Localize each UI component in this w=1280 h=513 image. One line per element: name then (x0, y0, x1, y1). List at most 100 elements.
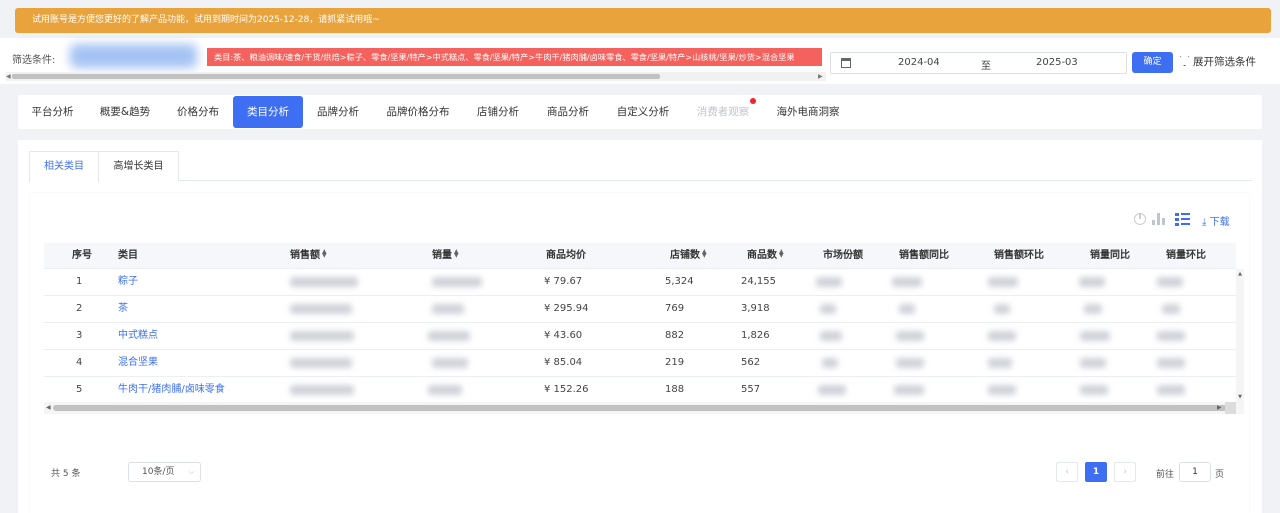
prev-page-button[interactable]: ‹ (1056, 462, 1078, 482)
table-row: 5 牛肉干/猪肉脯/卤味零食 ¥ 152.26 188 557 (44, 377, 1236, 402)
redacted-value (988, 331, 1016, 341)
product-count: 24,155 (741, 276, 776, 287)
redacted-filter-value (70, 44, 197, 68)
redacted-value (818, 385, 846, 395)
tab-custom-analysis[interactable]: 自定义分析 (603, 95, 683, 129)
tab-shop-analysis[interactable]: 店铺分析 (463, 95, 533, 129)
bar-chart-icon[interactable] (1152, 213, 1165, 225)
goto-label: 前往 (1156, 470, 1175, 480)
scroll-left-icon[interactable]: ◀ (6, 72, 11, 81)
category-link[interactable]: 牛肉干/猪肉脯/卤味零食 (118, 377, 225, 403)
date-range-picker[interactable]: 2024-04 至 2025-03 (830, 52, 1127, 74)
redacted-value (432, 277, 482, 287)
list-view-icon[interactable] (1175, 213, 1190, 226)
sort-icon[interactable]: ▲ ▼ (779, 249, 784, 259)
redacted-value (1080, 385, 1108, 395)
category-link[interactable]: 茶 (118, 296, 128, 322)
filter-scrollbar[interactable]: ◀ ▶ (6, 72, 826, 81)
redacted-value (1157, 358, 1185, 368)
page-size-select[interactable]: 10条/页 ⌵ (128, 462, 201, 482)
table-row: 3 中式糕点 ¥ 43.60 882 1,826 (44, 323, 1236, 350)
next-page-button[interactable]: › (1114, 462, 1136, 482)
tab-category-analysis[interactable]: 类目分析 (233, 96, 303, 128)
row-index: 2 (76, 303, 83, 314)
tab-overseas-ecommerce[interactable]: 海外电商洞察 (763, 95, 853, 129)
table-row: 4 混合坚果 ¥ 85.04 219 562 (44, 350, 1236, 377)
download-icon: ⤓ (1202, 217, 1207, 228)
table-row: 1 粽子 ¥ 79.67 5,324 24,155 (44, 269, 1236, 296)
redacted-value (820, 304, 836, 314)
table-row: 2 茶 ¥ 295.94 769 3,918 (44, 296, 1236, 323)
table-header: 序号 类目 销售额 ▲ ▼ 销量 ▲ ▼ 商品均价 店铺数 ▲ ▼ 商品数 ▲ ▼ 市场份额 销… (44, 243, 1236, 269)
trial-notice-banner: 试用账号是方便您更好的了解产品功能，试用到期时间为2025-12-28，请抓紧试… (15, 8, 1271, 33)
scroll-down-icon[interactable]: ▼ (1236, 394, 1244, 400)
header-product-count[interactable]: 商品数 ▲ ▼ (747, 243, 784, 269)
expand-filters-label: 展开筛选条件 (1193, 56, 1256, 68)
redacted-value (1084, 304, 1102, 314)
table-card: ⤓ 下载 序号 类目 销售额 ▲ ▼ 销量 ▲ ▼ 商品均价 店铺数 ▲ ▼ 商品数 ▲ ▼ 市… (30, 193, 1249, 513)
pie-chart-icon[interactable] (1134, 213, 1146, 225)
date-start[interactable]: 2024-04 (898, 57, 940, 68)
shop-count: 5,324 (665, 276, 694, 287)
category-analysis-panel: 相关类目 高增长类目 ⤓ 下载 序号 类目 销售额 ▲ ▼ 销量 ▲ ▼ 商品均价 店铺… (18, 140, 1262, 513)
sub-tabs: 相关类目 高增长类目 (29, 151, 1252, 182)
redacted-value (1157, 277, 1183, 287)
redacted-value (816, 277, 842, 287)
sort-icon[interactable]: ▲ ▼ (322, 249, 327, 259)
tab-high-growth-categories[interactable]: 高增长类目 (98, 151, 179, 181)
scroll-up-icon[interactable]: ▲ (1236, 271, 1244, 277)
tab-brand-price-distribution[interactable]: 品牌价格分布 (373, 95, 463, 129)
header-sales-volume[interactable]: 销量 ▲ ▼ (432, 243, 459, 269)
scroll-left-icon[interactable]: ◀ (46, 402, 51, 414)
table-vertical-scrollbar[interactable]: ▲ ▼ (1236, 269, 1244, 402)
tab-brand-analysis[interactable]: 品牌分析 (303, 95, 373, 129)
row-index: 1 (76, 276, 83, 287)
header-category: 类目 (118, 250, 138, 261)
new-badge-dot (750, 98, 756, 104)
header-shop-count[interactable]: 店铺数 ▲ ▼ (670, 243, 707, 269)
category-filter-tag[interactable]: 类目:茶、粮油调味/速食/干货/烘焙>粽子、零食/坚果/特产>中式糕点、零食/坚… (207, 48, 822, 66)
goto-page-input[interactable]: 1 (1179, 462, 1211, 482)
header-sales-mom: 销售额环比 (994, 250, 1044, 261)
avg-price: ¥ 152.26 (544, 384, 589, 395)
scrollbar-corner (1225, 402, 1236, 414)
expand-filters-button[interactable]: 展开筛选条件 (1180, 54, 1256, 69)
shop-count: 219 (665, 357, 685, 368)
page-number-button[interactable]: 1 (1085, 462, 1107, 482)
category-link[interactable]: 混合坚果 (118, 350, 158, 376)
date-end[interactable]: 2025-03 (1036, 57, 1078, 68)
header-sales-amount[interactable]: 销售额 ▲ ▼ (290, 243, 327, 269)
analysis-tabs: 平台分析 概要&趋势 价格分布 类目分析 品牌分析 品牌价格分布 店铺分析 商品… (18, 95, 1262, 129)
page-size-value: 10条/页 (142, 467, 175, 477)
redacted-value (1079, 277, 1105, 287)
table-horizontal-scrollbar[interactable]: ◀ ▶ (44, 402, 1244, 414)
tab-platform[interactable]: 平台分析 (18, 95, 87, 129)
header-volume-mom: 销量环比 (1166, 250, 1206, 261)
scroll-right-icon[interactable]: ▶ (1217, 402, 1222, 414)
product-count: 562 (741, 357, 761, 368)
tab-price-distribution[interactable]: 价格分布 (163, 95, 233, 129)
shop-count: 188 (665, 384, 685, 395)
scrollbar-thumb[interactable] (53, 405, 1227, 411)
product-count: 557 (741, 384, 761, 395)
scrollbar-thumb[interactable] (12, 74, 660, 79)
redacted-value (432, 304, 464, 314)
avg-price: ¥ 295.94 (544, 303, 589, 314)
category-link[interactable]: 中式糕点 (118, 323, 158, 349)
redacted-value (899, 304, 915, 314)
chevron-down-icon: ⌵ (188, 468, 194, 476)
tab-overview-trend[interactable]: 概要&趋势 (87, 95, 163, 129)
tab-related-categories[interactable]: 相关类目 (29, 151, 99, 182)
date-separator: 至 (981, 61, 991, 72)
download-button[interactable]: ⤓ 下载 (1202, 213, 1230, 228)
scroll-right-icon[interactable]: ▶ (818, 72, 823, 81)
tab-product-analysis[interactable]: 商品分析 (533, 95, 603, 129)
category-link[interactable]: 粽子 (118, 269, 138, 295)
header-sales-yoy: 销售额同比 (899, 250, 949, 261)
confirm-button[interactable]: 确定 (1132, 52, 1173, 73)
filter-label: 筛选条件: (12, 55, 56, 66)
sort-icon[interactable]: ▲ ▼ (702, 249, 707, 259)
redacted-value (428, 385, 462, 395)
sort-icon[interactable]: ▲ ▼ (454, 249, 459, 259)
filter-icon (1180, 56, 1189, 66)
